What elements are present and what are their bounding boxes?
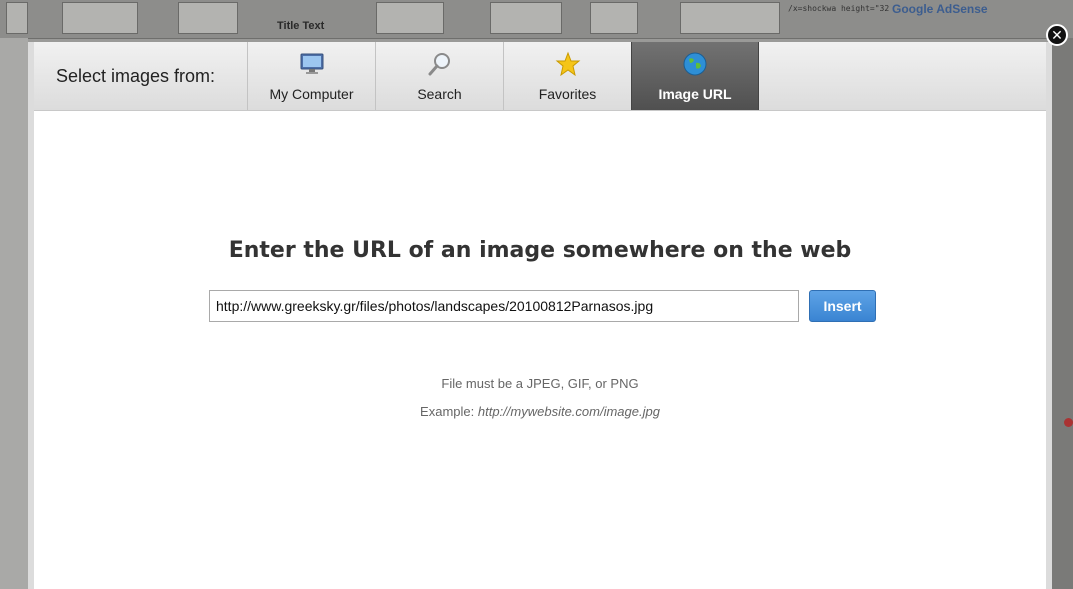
background-left-column [0, 38, 28, 589]
background-thumbnail [490, 2, 562, 34]
tab-favorites[interactable]: Favorites [503, 42, 631, 110]
background-code-snippet: /x=shockwa height="32 [788, 4, 890, 13]
select-images-label: Select images from: [56, 66, 216, 86]
close-icon[interactable]: ✕ [1046, 24, 1068, 46]
example-label: Example: [420, 404, 475, 419]
tab-search[interactable]: Search [375, 42, 503, 110]
background-right-column [1052, 38, 1073, 589]
file-format-hint: File must be a JPEG, GIF, or PNG [441, 376, 639, 391]
background-ad: Google AdSense [892, 2, 988, 16]
image-picker-dialog: Select images from: My Computer Search F… [28, 42, 1052, 589]
tab-label: Favorites [538, 86, 597, 102]
source-tab-bar: Select images from: My Computer Search F… [34, 42, 1046, 111]
url-heading: Enter the URL of an image somewhere on t… [228, 238, 852, 263]
tab-image-url[interactable]: Image URL [631, 42, 759, 110]
image-url-input[interactable] [209, 290, 799, 322]
background-title-text: Title Text [277, 20, 325, 32]
tab-label: My Computer [269, 86, 354, 102]
background-thumbnail [376, 2, 444, 34]
background-toolbar: Title Text /x=shockwa height="32 Google … [0, 0, 1073, 39]
example-hint: Example: http://mywebsite.com/image.jpg [34, 404, 1046, 419]
background-thumbnail [178, 2, 238, 34]
background-close-dot [1064, 418, 1073, 427]
background-thumbnail [680, 2, 780, 34]
tab-label: Image URL [658, 86, 732, 102]
tab-my-computer[interactable]: My Computer [247, 42, 375, 110]
globe-icon [683, 52, 707, 76]
insert-button[interactable]: Insert [809, 290, 876, 322]
star-icon [555, 51, 580, 77]
background-thumbnail [6, 2, 28, 34]
magnifier-icon [428, 53, 450, 76]
example-url: http://mywebsite.com/image.jpg [477, 404, 660, 419]
background-thumbnail [590, 2, 638, 34]
background-thumbnail [62, 2, 138, 34]
tab-label: Search [417, 86, 462, 102]
monitor-icon [300, 53, 323, 74]
